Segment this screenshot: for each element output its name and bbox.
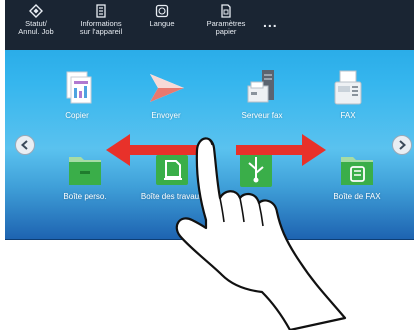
app-fax-server[interactable]: Serveur fax — [224, 68, 300, 120]
screen-bottom-edge — [5, 239, 414, 240]
paper-settings-label-line2: papier — [215, 27, 237, 36]
touch-panel-screen: Statut/ Annul. Job Informations sur l'ap… — [5, 0, 414, 240]
app-job-box[interactable]: Boîte des travaux — [134, 149, 210, 201]
app-send[interactable]: Envoyer — [128, 68, 204, 120]
app-copier[interactable]: Copier — [39, 68, 115, 120]
app-label-copier: Copier — [65, 111, 89, 120]
language-label: Langue — [149, 19, 175, 28]
app-fax[interactable]: FAX — [310, 68, 386, 120]
app-label-send: Envoyer — [151, 111, 181, 120]
language-button[interactable]: Langue — [139, 0, 185, 50]
fax-box-folder-icon — [341, 157, 373, 185]
language-icon — [155, 4, 169, 18]
status-diamond-icon — [29, 4, 43, 18]
app-label-fax-box: Boîte de FAX — [333, 192, 381, 201]
chevron-right-icon — [399, 140, 407, 150]
send-arrow-icon — [150, 74, 184, 102]
app-label-job-box: Boîte des travaux — [140, 192, 204, 201]
chevron-left-icon — [20, 140, 28, 150]
more-options-button[interactable]: ... — [263, 14, 278, 30]
paper-settings-icon — [221, 4, 231, 18]
app-fax-box[interactable]: Boîte de FAX — [319, 149, 395, 201]
device-info-button[interactable]: Informations sur l'appareil — [69, 0, 133, 50]
app-label-fax-server: Serveur fax — [241, 111, 283, 120]
scroll-left-button[interactable] — [15, 135, 35, 155]
custom-box-folder-icon — [69, 157, 101, 185]
app-label-custom-box: Boîte perso. — [63, 192, 107, 201]
job-box-icon — [156, 155, 188, 185]
fax-server-icon — [247, 70, 274, 103]
status-label-line2: Annul. Job — [18, 27, 54, 36]
app-custom-box[interactable]: Boîte perso. — [47, 149, 123, 201]
top-bar: Statut/ Annul. Job Informations sur l'ap… — [5, 0, 414, 50]
scroll-right-button[interactable] — [392, 135, 412, 155]
app-label-fax: FAX — [340, 111, 356, 120]
device-info-icon — [96, 4, 106, 18]
device-info-label-line2: sur l'appareil — [79, 27, 123, 36]
paper-settings-button[interactable]: Paramètres papier — [197, 0, 255, 50]
fax-machine-icon — [334, 70, 362, 105]
app-usb[interactable] — [218, 149, 294, 192]
usb-drive-icon — [240, 151, 272, 187]
copier-icon — [66, 71, 92, 104]
status-job-cancel-button[interactable]: Statut/ Annul. Job — [7, 0, 65, 50]
